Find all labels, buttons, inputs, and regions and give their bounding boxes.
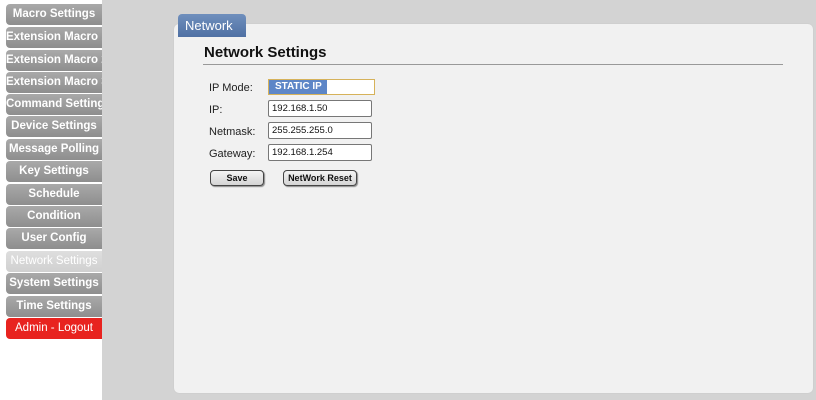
title-divider (203, 64, 783, 65)
page-title: Network Settings (204, 44, 327, 61)
netmask-field[interactable] (268, 122, 372, 139)
netmask-label: Netmask: (209, 126, 256, 138)
sidebar-item-key-settings[interactable]: Key Settings (6, 161, 102, 182)
ip-label: IP: (209, 104, 223, 116)
sidebar-item-extension-macro-3[interactable]: Extension Macro 3 (6, 72, 102, 93)
ip-mode-value[interactable]: STATIC IP (269, 80, 327, 94)
sidebar-item-message-polling[interactable]: Message Polling (6, 139, 102, 160)
ip-mode-label: IP Mode: (209, 82, 253, 94)
network-reset-button[interactable]: NetWork Reset (283, 170, 357, 186)
sidebar-item-macro-settings[interactable]: Macro Settings (6, 4, 102, 25)
sidebar-item-extension-macro-2[interactable]: Extension Macro 2 (6, 50, 102, 71)
sidebar: Macro Settings Extension Macro 1 Extensi… (0, 0, 102, 400)
gateway-field[interactable] (268, 144, 372, 161)
sidebar-item-command-settings[interactable]: Command Settings (6, 94, 102, 115)
ip-field[interactable] (268, 100, 372, 117)
sidebar-item-user-config[interactable]: User Config (6, 228, 102, 249)
sidebar-item-network-settings[interactable]: Network Settings (6, 251, 102, 272)
save-button[interactable]: Save (210, 170, 264, 186)
sidebar-item-condition[interactable]: Condition (6, 206, 102, 227)
sidebar-item-device-settings[interactable]: Device Settings (6, 116, 102, 137)
gateway-label: Gateway: (209, 148, 256, 160)
sidebar-item-extension-macro-1[interactable]: Extension Macro 1 (6, 27, 102, 48)
sidebar-item-time-settings[interactable]: Time Settings (6, 296, 102, 317)
sidebar-item-system-settings[interactable]: System Settings (6, 273, 102, 294)
tab-network[interactable]: Network (178, 14, 246, 37)
admin-logout-button[interactable]: Admin - Logout (6, 318, 102, 339)
sidebar-item-schedule[interactable]: Schedule (6, 184, 102, 205)
